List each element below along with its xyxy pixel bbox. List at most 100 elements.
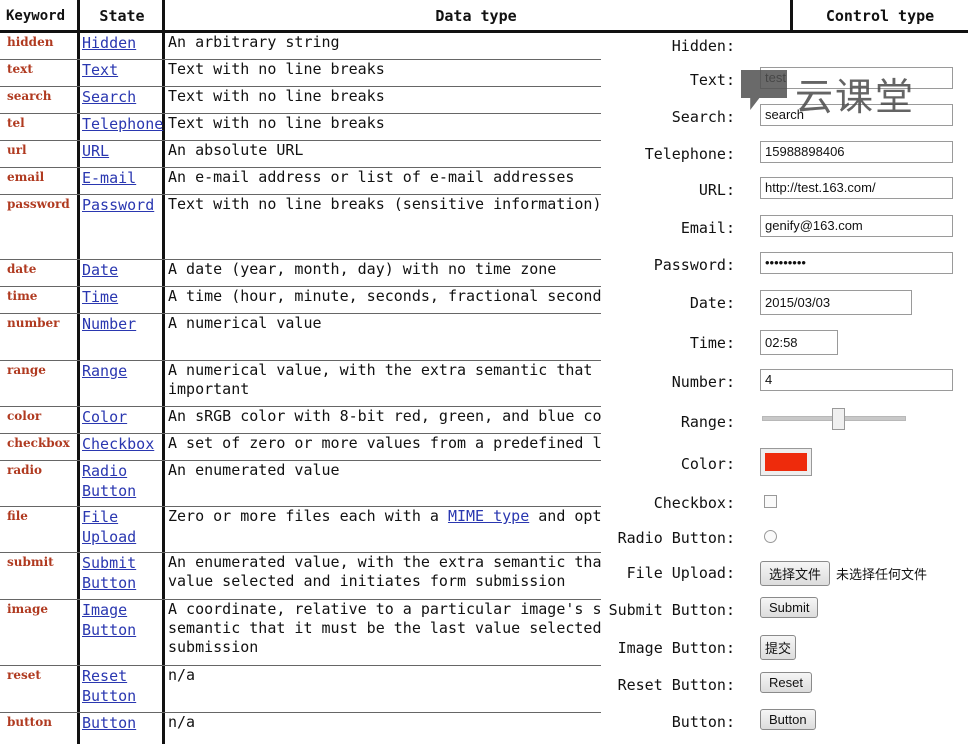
state-link[interactable]: Checkbox (82, 434, 160, 454)
state-link[interactable]: Number (82, 314, 160, 334)
telephone-input[interactable]: 15988898406 (760, 141, 953, 163)
choose-file-button[interactable]: 选择文件 (760, 561, 831, 586)
table-row: email E-mail An e-mail address or list of … (0, 168, 640, 195)
keyword-cell: tel (7, 116, 25, 130)
email-input[interactable]: genify@163.com (760, 215, 953, 237)
hidden-label: Hidden: (671, 37, 735, 55)
data-type-cell: A numerical value, with the extra semant… (168, 361, 620, 398)
time-label: Time: (689, 334, 735, 352)
data-type-cell: Zero or more files each with a MIME type… (168, 507, 640, 526)
state-link[interactable]: Telephone (82, 114, 163, 134)
checkbox-input[interactable] (764, 495, 777, 508)
data-type-cell: n/a (168, 713, 196, 731)
data-type-cell: A set of zero or more values from a pred… (168, 434, 620, 452)
file-upload: 选择文件 未选择任何文件 (760, 561, 927, 586)
submit-button[interactable]: Submit (760, 597, 819, 618)
table-row: hidden Hidden An arbitrary string (0, 33, 640, 60)
color-fill (765, 453, 807, 471)
table-row: reset Reset Button n/a (0, 666, 640, 713)
state-link[interactable]: Date (82, 260, 160, 280)
keyword-cell: checkbox (7, 436, 70, 450)
state-link[interactable]: Hidden (82, 33, 160, 53)
demo-form: Hidden: Text: test Search: search Teleph… (601, 33, 968, 744)
url-label: URL: (698, 181, 735, 199)
button-label: Button: (671, 713, 735, 731)
data-type-cell: An arbitrary string (168, 33, 340, 51)
keyword-cell: time (7, 289, 38, 303)
header-state: State (99, 7, 145, 25)
mime-type-link[interactable]: MIME type (448, 507, 529, 525)
data-type-cell: A coordinate, relative to a particular i… (168, 600, 620, 656)
table-row: button Button n/a (0, 713, 640, 743)
state-link[interactable]: Radio Button (82, 461, 160, 501)
state-link[interactable]: URL (82, 141, 160, 161)
table-row: date Date A date (year, month, day) with n… (0, 260, 640, 287)
data-type-cell: A numerical value (168, 314, 322, 332)
keyword-cell: search (7, 89, 52, 103)
state-link[interactable]: Password (82, 195, 160, 215)
table-row: radio Radio Button An enumerated value (0, 461, 640, 507)
radio-input[interactable] (764, 530, 777, 543)
state-link[interactable]: Range (82, 361, 160, 381)
table-row: url URL An absolute URL (0, 141, 640, 168)
time-input[interactable]: 02:58 (760, 330, 838, 355)
spec-table: Keyword State Data type hidden Hidden An a… (0, 0, 640, 744)
password-label: Password: (653, 256, 735, 274)
column-divider (790, 0, 793, 30)
reset-button[interactable]: Reset (760, 672, 812, 693)
keyword-cell: date (7, 262, 37, 276)
range-label: Range: (680, 413, 735, 431)
state-link[interactable]: Time (82, 287, 160, 307)
table-row: color Color An sRGB color with 8-bit red, … (0, 407, 640, 434)
radio-label: Radio Button: (617, 529, 735, 547)
state-link[interactable]: Reset Button (82, 666, 160, 706)
keyword-cell: number (7, 316, 60, 330)
state-link[interactable]: Text (82, 60, 160, 80)
state-link[interactable]: Button (82, 713, 160, 733)
state-link[interactable]: Submit Button (82, 553, 160, 593)
data-type-text: Zero or more files each with a (168, 507, 448, 525)
keyword-cell: password (7, 197, 70, 211)
header-keyword: Keyword (6, 8, 66, 24)
keyword-cell: url (7, 143, 27, 157)
data-type-cell: An enumerated value (168, 461, 340, 479)
file-status: 未选择任何文件 (836, 567, 928, 582)
number-input[interactable]: 4 (760, 369, 953, 391)
header-control-type: Control type (825, 7, 935, 25)
password-input[interactable]: ••••••••• (760, 252, 953, 274)
keyword-cell: reset (7, 668, 41, 682)
state-link[interactable]: Color (82, 407, 160, 427)
data-type-cell: An sRGB color with 8-bit red, green, and… (168, 407, 620, 425)
color-picker[interactable] (760, 448, 812, 476)
table-row: number Number A numerical value (0, 314, 640, 361)
state-link[interactable]: File Upload (82, 507, 160, 547)
table-row: tel Telephone Text with no line breaks (0, 114, 640, 141)
state-link[interactable]: Image Button (82, 600, 160, 640)
keyword-cell: radio (7, 463, 43, 477)
keyword-cell: image (7, 602, 49, 616)
header-data-type: Data type (435, 7, 517, 25)
data-type-cell: An e-mail address or list of e-mail addr… (168, 168, 575, 186)
date-input[interactable]: 2015/03/03 (760, 290, 912, 315)
keyword-cell: file (7, 509, 28, 523)
table-row: time Time A time (hour, minute, seconds, f… (0, 287, 640, 314)
button-button[interactable]: Button (760, 709, 816, 730)
keyword-cell: email (7, 170, 45, 184)
text-label: Text: (689, 71, 735, 89)
email-label: Email: (680, 219, 735, 237)
state-link[interactable]: E-mail (82, 168, 160, 188)
data-type-cell: Text with no line breaks (sensitive info… (168, 195, 602, 213)
data-type-cell: An enumerated value, with the extra sema… (168, 553, 611, 590)
table-row: text Text Text with no line breaks (0, 60, 640, 87)
watermark-text: 云课堂 (795, 75, 916, 119)
url-input[interactable]: http://test.163.com/ (760, 177, 953, 199)
table-row: range Range A numerical value, with the ex… (0, 361, 640, 407)
table-row: file File Upload Zero or more files each w… (0, 507, 640, 553)
checkbox-label: Checkbox: (653, 494, 735, 512)
keyword-cell: hidden (7, 35, 54, 49)
image-button[interactable]: 提交 (760, 635, 797, 660)
range-slider[interactable] (760, 408, 910, 430)
state-link[interactable]: Search (82, 87, 160, 107)
range-thumb[interactable] (832, 408, 845, 430)
date-label: Date: (689, 294, 735, 312)
